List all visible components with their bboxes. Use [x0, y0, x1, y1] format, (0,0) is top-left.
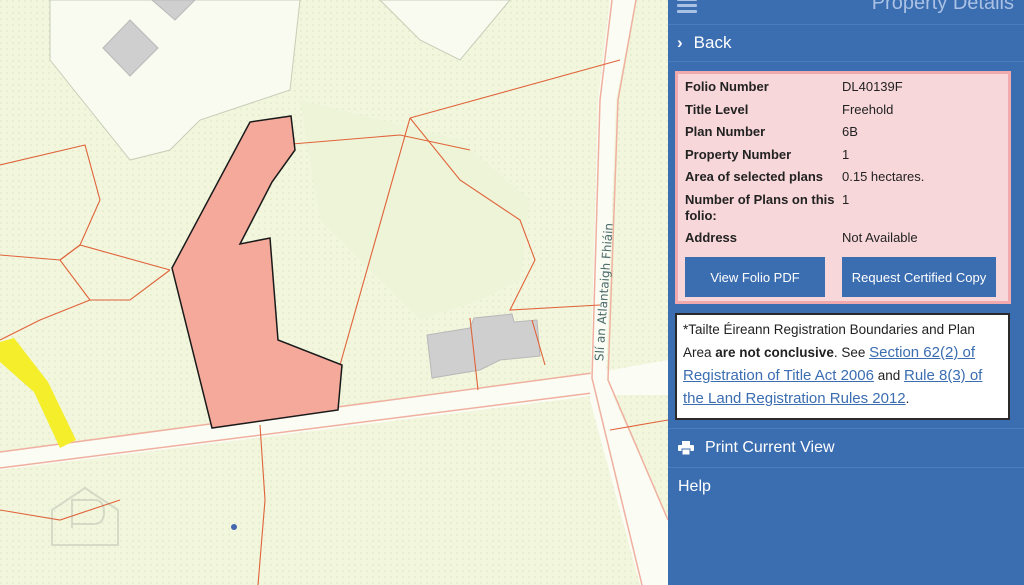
address-label: Address: [685, 230, 738, 245]
title-level-label: Title Level: [685, 101, 749, 117]
print-icon: [678, 440, 694, 455]
property-number-label: Property Number: [685, 146, 792, 162]
info-row: Address Not Available: [685, 230, 1008, 246]
number-of-plans-label: Number of Plans on this folio:: [685, 191, 835, 223]
info-row: Plan Number 6B: [685, 124, 1008, 140]
folio-info-card: Folio Number DL40139F Title Level Freeho…: [675, 71, 1011, 304]
number-of-plans-value: 1: [842, 191, 850, 207]
map-marker: [231, 524, 237, 530]
property-details-panel: Property Details › Back Folio Number DL4…: [668, 0, 1024, 585]
info-row: Number of Plans on this folio: 1: [685, 192, 1008, 224]
info-row: Property Number 1: [685, 147, 1008, 163]
property-number-value: 1: [842, 146, 850, 162]
help-menu-item[interactable]: Help: [668, 467, 1024, 505]
chevron-right-icon: ›: [677, 33, 683, 52]
notice-text: and: [873, 368, 904, 383]
address-value: Not Available: [842, 230, 918, 245]
panel-header: Property Details: [668, 0, 1024, 22]
title-level-value: Freehold: [842, 101, 894, 117]
map-view[interactable]: Slí an Atlantaigh Fhiáin: [0, 0, 668, 585]
back-label: Back: [693, 33, 732, 52]
help-label: Help: [678, 477, 711, 495]
print-current-view-button[interactable]: Print Current View: [668, 428, 1024, 466]
folio-number-value: DL40139F: [842, 79, 903, 94]
request-certified-copy-button[interactable]: Request Certified Copy: [842, 257, 996, 297]
disclaimer-notice: *Tailte Éireann Registration Boundaries …: [675, 313, 1010, 420]
view-folio-pdf-button[interactable]: View Folio PDF: [685, 257, 825, 297]
panel-title: Property Details: [871, 0, 1014, 14]
area-value: 0.15 hectares.: [842, 169, 925, 184]
map-canvas: [0, 0, 668, 585]
notice-text: . See: [833, 345, 870, 360]
notice-emphasis: are not conclusive: [715, 345, 834, 360]
hamburger-menu-icon[interactable]: [677, 0, 697, 14]
plan-number-value: 6B: [842, 124, 858, 139]
print-label: Print Current View: [705, 438, 835, 456]
info-row: Title Level Freehold: [685, 102, 1008, 118]
folio-actions: View Folio PDF Request Certified Copy: [685, 257, 996, 297]
plan-number-label: Plan Number: [685, 124, 766, 139]
folio-number-label: Folio Number: [685, 79, 769, 94]
info-row: Folio Number DL40139F: [685, 79, 1008, 95]
area-label: Area of selected plans: [685, 169, 823, 184]
info-row: Area of selected plans 0.15 hectares.: [685, 169, 1008, 185]
notice-text: .: [905, 391, 910, 406]
back-button[interactable]: › Back: [668, 24, 1024, 62]
